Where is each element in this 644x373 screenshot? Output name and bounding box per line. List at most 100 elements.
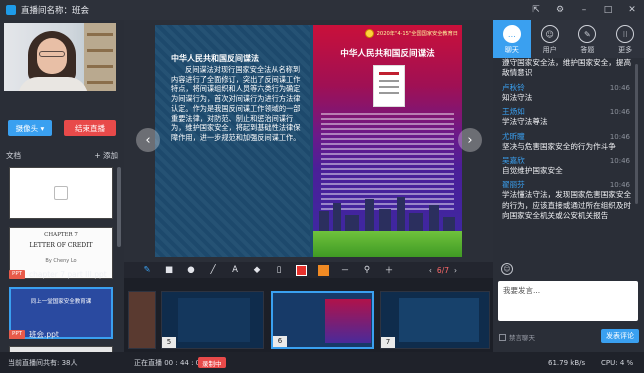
chat-message-text: 知法守法: [502, 92, 533, 102]
user-icon: ☺: [540, 25, 559, 43]
annotation-toolbar: ✎ ■ ● ╱ A ◆ ▯ － ⚲ ＋ ‹ 6/7 ›: [124, 262, 493, 278]
network-speed: 61.79 kB/s: [548, 358, 586, 367]
cpu-usage: CPU: 4 %: [601, 358, 634, 367]
send-comment-button[interactable]: 发表评论: [601, 329, 639, 343]
camera-button[interactable]: 摄像头 ▾: [8, 120, 52, 136]
right-panel: … 聊天 ☺ 用户 ✎ 答题 ⁝⁝ 更多 遵守国家安全法，维护国家安全，提高敌情…: [493, 20, 644, 352]
title-bar: 直播间名称：班会 ⇱ ⚙ – □ ✕: [0, 0, 644, 20]
chat-icon: …: [502, 25, 521, 43]
cover-author: By Cheny Lo: [45, 258, 77, 264]
documents-title: 文档: [6, 151, 21, 160]
settings-icon[interactable]: ⚙: [554, 5, 566, 15]
chat-message-author: 王炀如 10:46: [502, 107, 630, 117]
chat-message-text: 学法守法尊法: [502, 117, 548, 127]
zoom-out-icon[interactable]: －: [334, 262, 356, 278]
live-elapsed: 正在直播 00 : 44 : 02: [134, 358, 205, 367]
document-thumb-blank[interactable]: [9, 167, 113, 219]
maximize-icon[interactable]: □: [602, 5, 614, 15]
chat-message-time: 10:46: [609, 157, 630, 166]
slide-thumb-prev[interactable]: [128, 291, 156, 349]
eraser-icon[interactable]: ◆: [246, 262, 268, 278]
tab-chat[interactable]: … 聊天: [493, 20, 531, 58]
grass-field: [313, 231, 462, 257]
chat-input[interactable]: 我要发言...: [498, 281, 638, 321]
tab-more[interactable]: ⁝⁝ 更多: [606, 20, 644, 58]
chat-message-text: 学法懂法守法，发现国家危害国家安全的行为，应该直接或通过所在组织及时向国家安全机…: [502, 190, 632, 221]
slide-thumb-number: 7: [381, 337, 395, 348]
color-orange-swatch[interactable]: [312, 262, 334, 278]
chat-message-author: 翟丽芬 10:46: [502, 180, 630, 190]
color-red-swatch[interactable]: [290, 262, 312, 278]
slide-thumb[interactable]: 5: [161, 291, 264, 349]
slide-left-heading: 中华人民共和国反间谍法: [171, 53, 259, 63]
cover-title: 同上一堂国家安全教育课: [30, 299, 92, 305]
next-slide-button[interactable]: ›: [458, 128, 482, 152]
mute-chat-label: 禁言聊天: [509, 334, 535, 342]
tab-label: 更多: [618, 46, 633, 54]
poster-banner: 2020年"4·15"全国国家安全教育日: [317, 27, 458, 39]
slide-thumb-number: 6: [273, 336, 287, 347]
slide-left-page: 中华人民共和国反间谍法 反间谍法对现行国家安全法从名称到内容进行了全面修订，突出…: [155, 25, 310, 257]
app-logo: [6, 5, 16, 15]
search-icon[interactable]: ⚲: [356, 262, 378, 278]
end-live-button[interactable]: 结束直播: [64, 120, 116, 136]
page-navigator: ‹ 6/7 ›: [429, 262, 457, 278]
square-icon[interactable]: ■: [158, 262, 180, 278]
mute-chat-checkbox[interactable]: [499, 333, 506, 341]
current-slide: 中华人民共和国反间谍法 反间谍法对现行国家安全法从名称到内容进行了全面修订，突出…: [155, 25, 462, 257]
minimize-icon[interactable]: –: [578, 5, 590, 15]
trash-icon[interactable]: ▯: [268, 262, 290, 278]
document-item-banhui[interactable]: PPT 班会.ppt: [9, 328, 59, 340]
more-icon: ⁝⁝: [616, 25, 635, 43]
documents-scrollbar[interactable]: [117, 167, 121, 247]
share-icon[interactable]: ⇱: [530, 5, 542, 15]
cover-subtitle: LETTER OF CREDIT: [29, 242, 93, 249]
pen-icon[interactable]: ✎: [136, 262, 158, 278]
tab-answer[interactable]: ✎ 答题: [569, 20, 607, 58]
close-icon[interactable]: ✕: [626, 5, 638, 15]
slide-viewer: 中华人民共和国反间谍法 反间谍法对现行国家安全法从名称到内容进行了全面修订，突出…: [124, 20, 493, 262]
camera-preview: [4, 23, 116, 91]
slide-right-poster: 2020年"4·15"全国国家安全教育日 中华人民共和国反间谍法: [313, 25, 462, 257]
slide-thumb[interactable]: 7: [380, 291, 490, 349]
document-item-chapter7[interactable]: PPT chapter 7 part III.ppt: [9, 268, 107, 280]
chat-message-time: 10:46: [609, 132, 630, 141]
tab-users[interactable]: ☺ 用户: [531, 20, 569, 58]
line-icon[interactable]: ╱: [202, 262, 224, 278]
circle-icon[interactable]: ●: [180, 262, 202, 278]
chat-message-text: 自觉维护国家安全: [502, 166, 563, 176]
documents-header: 文档 + 添加: [6, 150, 118, 162]
slide-thumb-active[interactable]: 6: [271, 291, 374, 349]
chat-message-text: 遵守国家安全法，维护国家安全，提高敌情意识: [502, 58, 632, 78]
window-controls: ⇱ ⚙ – □ ✕: [530, 0, 638, 20]
poster-heading: 中华人民共和国反间谍法: [340, 49, 435, 59]
next-page-icon[interactable]: ›: [454, 266, 457, 275]
slide-thumbnail-strip: 5 6 7: [124, 278, 493, 352]
chat-message-time: 10:46: [609, 181, 630, 190]
chat-scrollbar[interactable]: [635, 64, 638, 204]
slide-left-body: 反间谍法对现行国家安全法从名称到内容进行了全面修订，突出了反间谍工作特点，将间谍…: [171, 65, 301, 142]
document-name: 班会.ppt: [29, 329, 59, 339]
right-tabs: … 聊天 ☺ 用户 ✎ 答题 ⁝⁝ 更多: [493, 20, 644, 58]
chat-message-time: 10:46: [609, 108, 630, 117]
status-bar: 当前直播间共有: 38人 正在直播 00 : 44 : 02 录制中 61.79…: [0, 352, 644, 373]
answer-icon: ✎: [578, 25, 597, 43]
ppt-badge: PPT: [9, 269, 25, 279]
chat-message-time: 10:46: [609, 83, 630, 92]
emoji-icon[interactable]: ☺: [501, 263, 513, 275]
zoom-in-icon[interactable]: ＋: [378, 262, 400, 278]
chat-messages: 遵守国家安全法，维护国家安全，提高敌情意识 卢秋铃 10:46 知法守法 王炀如 1…: [493, 58, 644, 272]
poster-banner-text: 2020年"4·15"全国国家安全教育日: [376, 30, 458, 37]
mute-chat-toggle[interactable]: 禁言聊天: [499, 332, 535, 342]
add-document-button[interactable]: + 添加: [94, 150, 118, 162]
prev-page-icon[interactable]: ‹: [429, 266, 432, 275]
left-panel: 摄像头 ▾ 结束直播 文档 + 添加 CHAPTER 7 LETTER OF C…: [0, 20, 124, 356]
previous-slide-button[interactable]: ‹: [136, 128, 160, 152]
chat-message-author: 吴嘉欣 10:46: [502, 156, 630, 166]
law-book-image: [373, 65, 405, 107]
cover-title: CHAPTER 7: [44, 232, 78, 238]
recording-badge[interactable]: 录制中: [198, 357, 226, 368]
page-indicator: 6/7: [436, 265, 449, 275]
tab-label: 聊天: [504, 46, 519, 54]
text-icon[interactable]: A: [224, 262, 246, 278]
